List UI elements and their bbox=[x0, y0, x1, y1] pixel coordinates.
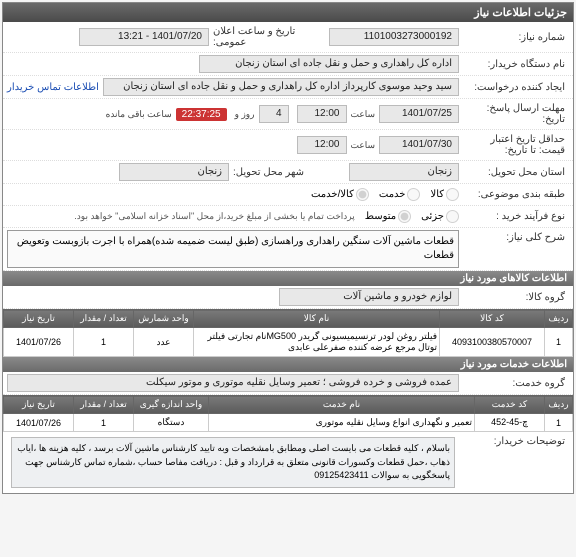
goods-group-label: گروه کالا: bbox=[459, 290, 569, 305]
radio-partial[interactable]: جزئی bbox=[421, 210, 459, 223]
deadline-label-1: مهلت ارسال پاسخ: bbox=[487, 103, 565, 114]
announce-label: تاریخ و ساعت اعلان عمومی: bbox=[209, 24, 329, 50]
title-label: شرح کلی نیاز: bbox=[459, 230, 569, 245]
col-date: تاریخ نیاز bbox=[4, 310, 74, 328]
city-label: شهر محل تحویل: bbox=[229, 165, 349, 180]
deadline-date: 1401/07/25 bbox=[379, 105, 459, 123]
deadline-time: 12:00 bbox=[297, 105, 347, 123]
scol-date: تاریخ نیاز bbox=[4, 396, 74, 414]
scol-unit: واحد اندازه گیری bbox=[134, 396, 209, 414]
deadline-label: مهلت ارسال پاسخ: تاریخ: bbox=[459, 101, 569, 127]
scol-name: نام خدمت bbox=[209, 396, 475, 414]
notes-label: توضیحات خریدار: bbox=[459, 434, 569, 449]
prov-value: زنجان bbox=[349, 163, 459, 181]
org-label: نام دستگاه خریدار: bbox=[459, 57, 569, 72]
row-process: نوع فرآیند خرید : جزئی متوسط پرداخت تمام… bbox=[3, 206, 573, 228]
row-province: استان محل تحویل: زنجان شهر محل تحویل: زن… bbox=[3, 161, 573, 184]
radio-goods[interactable]: کالا bbox=[430, 188, 459, 201]
cell-row: 1 bbox=[545, 328, 573, 357]
panel-title: جزئیات اطلاعات نیاز bbox=[3, 3, 573, 22]
org-value: اداره کل راهداری و حمل و نقل جاده ای است… bbox=[199, 55, 459, 73]
valid-label-2: قیمت: تا تاریخ: bbox=[505, 145, 565, 156]
table-row: 14093100380570007فیلتر روغن لودر ترنسیمی… bbox=[4, 328, 573, 357]
cell-date: 1401/07/26 bbox=[4, 414, 74, 432]
row-need-number: شماره نیاز: 1101003273000192 تاریخ و ساع… bbox=[3, 22, 573, 53]
col-qty: تعداد / مقدار bbox=[74, 310, 134, 328]
proc-note: پرداخت تمام یا بخشی از مبلغ خرید،از محل … bbox=[74, 211, 354, 222]
row-services-group: گروه خدمت: عمده فروشی و خرده فروشی ؛ تعم… bbox=[3, 372, 573, 395]
radio-medium-label: متوسط bbox=[365, 211, 396, 222]
cell-unit: دستگاه bbox=[134, 414, 209, 432]
need-no-label: شماره نیاز: bbox=[459, 30, 569, 45]
time-label-2: ساعت bbox=[351, 140, 376, 151]
row-notes: توضیحات خریدار: باسلام ، کلیه قطعات می ب… bbox=[3, 432, 573, 493]
row-category: طبقه بندی موضوعی: کالا خدمت کالا/خدمت bbox=[3, 184, 573, 206]
radio-service[interactable]: خدمت bbox=[379, 188, 421, 201]
creator-label: ایجاد کننده درخواست: bbox=[459, 80, 569, 95]
valid-date: 1401/07/30 bbox=[379, 136, 459, 154]
services-group-value: عمده فروشی و خرده فروشی ؛ تعمیر وسایل نق… bbox=[7, 374, 459, 392]
col-name: نام کالا bbox=[194, 310, 440, 328]
deadline-label-2: تاریخ: bbox=[542, 114, 565, 125]
cell-code: چ-45-452 bbox=[475, 414, 545, 432]
services-header: اطلاعات خدمات مورد نیاز bbox=[3, 357, 573, 372]
cell-qty: 1 bbox=[74, 414, 134, 432]
city-value: زنجان bbox=[119, 163, 229, 181]
cell-name: تعمیر و نگهداری انواع وسایل نقلیه موتوری bbox=[209, 414, 475, 432]
scol-qty: تعداد / مقدار bbox=[74, 396, 134, 414]
row-org: نام دستگاه خریدار: اداره کل راهداری و حم… bbox=[3, 53, 573, 76]
row-deadline: مهلت ارسال پاسخ: تاریخ: 1401/07/25 ساعت … bbox=[3, 99, 573, 130]
days-value: 4 bbox=[259, 105, 289, 123]
scol-row: ردیف bbox=[545, 396, 573, 414]
cell-code: 4093100380570007 bbox=[440, 328, 545, 357]
valid-label-1: حداقل تاریخ اعتبار bbox=[490, 134, 565, 145]
category-radios: کالا خدمت کالا/خدمت bbox=[311, 188, 459, 201]
services-group-label: گروه خدمت: bbox=[459, 376, 569, 391]
notes-text: باسلام ، کلیه قطعات می بایست اصلی ومطابق… bbox=[11, 437, 455, 488]
title-value: قطعات ماشین آلات سنگین راهداری وراهسازی … bbox=[7, 230, 459, 268]
valid-label: حداقل تاریخ اعتبار قیمت: تا تاریخ: bbox=[459, 132, 569, 158]
row-goods-group: گروه کالا: لوازم خودرو و ماشین آلات bbox=[3, 286, 573, 309]
col-row: ردیف bbox=[545, 310, 573, 328]
scol-code: کد خدمت bbox=[475, 396, 545, 414]
table-row: 1چ-45-452تعمیر و نگهداری انواع وسایل نقل… bbox=[4, 414, 573, 432]
announce-value: 1401/07/20 - 13:21 bbox=[79, 28, 209, 46]
col-code: کد کالا bbox=[440, 310, 545, 328]
radio-both[interactable]: کالا/خدمت bbox=[311, 188, 369, 201]
services-table: ردیف کد خدمت نام خدمت واحد اندازه گیری ت… bbox=[3, 395, 573, 432]
proc-label: نوع فرآیند خرید : bbox=[459, 209, 569, 224]
creator-value: سید وحید موسوی کارپرداز اداره کل راهداری… bbox=[103, 78, 459, 96]
cell-unit: عدد bbox=[134, 328, 194, 357]
valid-time: 12:00 bbox=[297, 136, 347, 154]
contact-link[interactable]: اطلاعات تماس خریدار bbox=[7, 82, 99, 93]
col-unit: واحد شمارش bbox=[134, 310, 194, 328]
goods-table: ردیف کد کالا نام کالا واحد شمارش تعداد /… bbox=[3, 309, 573, 357]
radio-goods-label: کالا bbox=[430, 189, 444, 200]
process-radios: جزئی متوسط bbox=[365, 210, 459, 223]
row-creator: ایجاد کننده درخواست: سید وحید موسوی کارپ… bbox=[3, 76, 573, 99]
prov-label: استان محل تحویل: bbox=[459, 165, 569, 180]
radio-medium[interactable]: متوسط bbox=[365, 210, 411, 223]
cat-label: طبقه بندی موضوعی: bbox=[459, 187, 569, 202]
remain-label: ساعت باقی مانده bbox=[106, 109, 172, 120]
radio-partial-label: جزئی bbox=[421, 211, 444, 222]
day-label: روز و bbox=[235, 109, 255, 120]
time-label-1: ساعت bbox=[351, 109, 376, 120]
cell-date: 1401/07/26 bbox=[4, 328, 74, 357]
goods-header: اطلاعات کالاهای مورد نیاز bbox=[3, 271, 573, 286]
goods-group-value: لوازم خودرو و ماشین آلات bbox=[279, 288, 459, 306]
remaining-badge: 22:37:25 bbox=[176, 108, 227, 121]
radio-both-label: کالا/خدمت bbox=[311, 189, 354, 200]
cell-name: فیلتر روغن لودر ترنسیمیسیونی گریدر MG500… bbox=[194, 328, 440, 357]
row-valid: حداقل تاریخ اعتبار قیمت: تا تاریخ: 1401/… bbox=[3, 130, 573, 161]
radio-service-label: خدمت bbox=[379, 189, 406, 200]
cell-qty: 1 bbox=[74, 328, 134, 357]
cell-row: 1 bbox=[545, 414, 573, 432]
row-title: شرح کلی نیاز: قطعات ماشین آلات سنگین راه… bbox=[3, 228, 573, 271]
details-panel: جزئیات اطلاعات نیاز شماره نیاز: 11010032… bbox=[2, 2, 574, 494]
need-no-value: 1101003273000192 bbox=[329, 28, 459, 46]
